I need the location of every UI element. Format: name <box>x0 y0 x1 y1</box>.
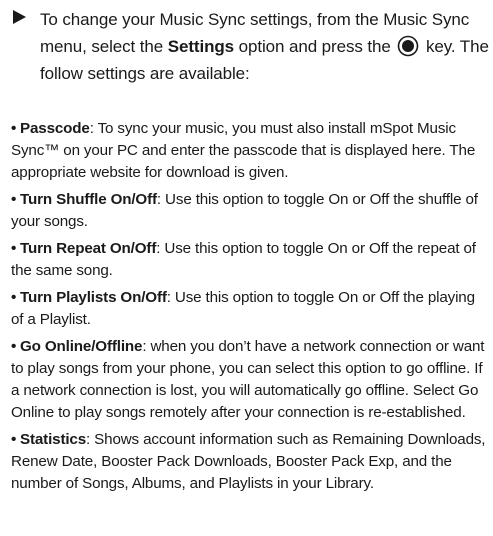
setting-term: Turn Playlists On/Off <box>20 289 167 306</box>
setting-term: Turn Shuffle On/Off <box>20 191 157 208</box>
intro-paragraph: To change your Music Sync settings, from… <box>10 6 490 87</box>
right-triangle-arrow-icon <box>10 8 40 26</box>
intro-text: To change your Music Sync settings, from… <box>40 6 490 87</box>
setting-term: Passcode <box>20 120 90 137</box>
intro-text-middle: option and press the <box>234 37 396 56</box>
list-item: • Turn Playlists On/Off: Use this option … <box>11 287 491 331</box>
setting-term: Statistics <box>20 431 87 448</box>
ok-key-icon <box>397 35 419 57</box>
bullet-dot-icon: • <box>11 289 17 306</box>
bullet-dot-icon: • <box>11 120 17 137</box>
list-item: • Turn Repeat On/Off: Use this option to … <box>11 238 491 282</box>
list-item: • Turn Shuffle On/Off: Use this option to… <box>11 189 491 233</box>
bullet-dot-icon: • <box>11 191 17 208</box>
settings-option-label: Settings <box>167 37 235 56</box>
setting-term: Go Online/Offline <box>20 338 143 355</box>
bullet-dot-icon: • <box>11 431 17 448</box>
list-item: • Statistics: Shows account information s… <box>11 429 491 495</box>
settings-list: • Passcode: To sync your music, you must … <box>11 118 491 500</box>
setting-term: Turn Repeat On/Off <box>20 240 157 257</box>
manual-page: To change your Music Sync settings, from… <box>0 0 493 536</box>
bullet-dot-icon: • <box>11 338 17 355</box>
list-item: • Passcode: To sync your music, you must … <box>11 118 491 184</box>
bullet-dot-icon: • <box>11 240 17 257</box>
list-item: • Go Online/Offline: when you don’t have … <box>11 336 491 424</box>
